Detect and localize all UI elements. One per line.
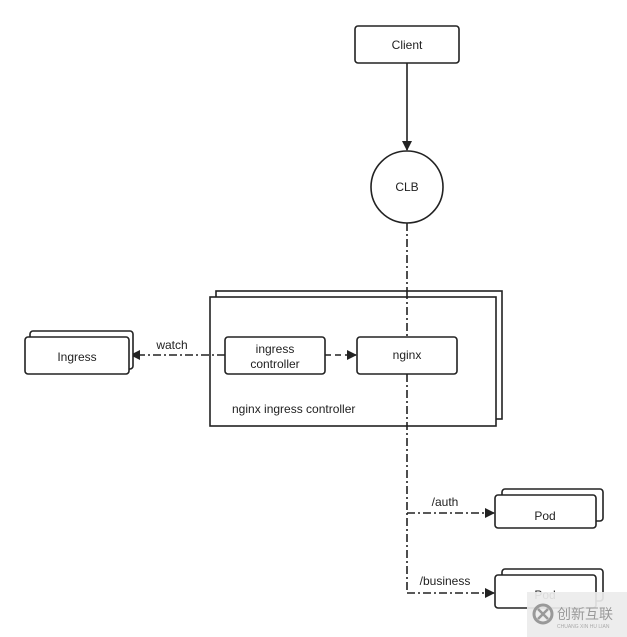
business-route-label: /business bbox=[420, 574, 471, 588]
ingress-controller-label-line2: controller bbox=[250, 357, 299, 371]
ingress-controller-label-line1: ingress bbox=[256, 342, 295, 356]
watermark-subtitle: CHUANG XIN HU LIAN bbox=[557, 624, 610, 630]
ingress-controller-node: ingress controller bbox=[224, 336, 326, 375]
nginx-node: nginx bbox=[356, 336, 458, 375]
pod-auth-node: Pod bbox=[494, 488, 604, 529]
ingress-label: Ingress bbox=[57, 350, 96, 364]
diagram-canvas: Client CLB nginx ingress controller ingr… bbox=[24, 25, 627, 637]
watermark: 创新互联 CHUANG XIN HU LIAN bbox=[527, 592, 627, 637]
clb-label: CLB bbox=[395, 180, 418, 194]
clb-node: CLB bbox=[370, 150, 444, 224]
client-label: Client bbox=[392, 38, 423, 52]
ingress-node: Ingress bbox=[24, 330, 134, 375]
client-node: Client bbox=[354, 25, 460, 64]
pod-auth-label: Pod bbox=[534, 509, 555, 523]
diagram: Client CLB nginx ingress controller ingr… bbox=[0, 0, 627, 637]
watermark-title: 创新互联 bbox=[557, 606, 613, 622]
nginx-label: nginx bbox=[393, 348, 422, 362]
auth-route-label: /auth bbox=[432, 495, 459, 509]
watch-label: watch bbox=[155, 338, 187, 352]
group-label: nginx ingress controller bbox=[232, 402, 355, 416]
